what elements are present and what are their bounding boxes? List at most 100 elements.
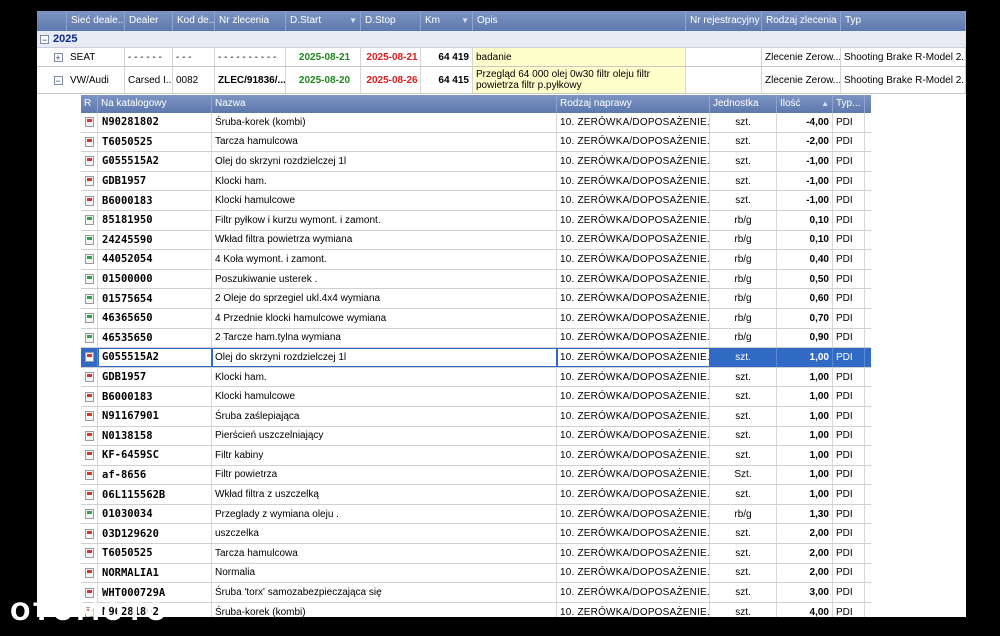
part-row[interactable]: 01030034 Przeglady z wymiana oleju . 10. Z… <box>81 504 871 525</box>
cell-ilosc: 1,00 <box>777 426 833 446</box>
cell-jednostka: szt. <box>710 348 777 367</box>
labor-document-icon <box>84 234 94 245</box>
cell-jednostka: szt. <box>710 563 777 583</box>
part-row[interactable]: 46365650 4 Przednie klocki hamulcowe wymi… <box>81 308 871 329</box>
part-row[interactable]: N91167901 Śruba zaślepiająca 10. ZERÓWKA/D… <box>81 406 871 427</box>
col-ilosc[interactable]: Ilość ▲ <box>777 95 833 113</box>
cell-dealer: - - - - - - <box>125 48 173 66</box>
cell-rodzaj-naprawy: 10. ZERÓWKA/DOPOSAŻENIE... <box>557 328 710 348</box>
col-nr-zlecenia[interactable]: Nr zlecenia <box>215 11 286 31</box>
cell-ilosc: 0,90 <box>777 328 833 348</box>
cell-typ: PDI <box>833 544 865 563</box>
cell-typ: PDI <box>833 406 865 426</box>
part-row[interactable]: B6000183 Klocki hamulcowe 10. ZERÓWKA/DOPO… <box>81 387 871 407</box>
cell-nazwa: Wkład filtra z uszczelką <box>212 485 557 504</box>
part-row[interactable]: N90281802 Śruba-korek (kombi) 10. ZERÓWKA/… <box>81 113 871 133</box>
cell-ilosc: -1,00 <box>777 171 833 191</box>
row-type-cell <box>81 544 98 563</box>
cell-typ: PDI <box>833 387 865 406</box>
cell-ilosc: 1,30 <box>777 504 833 524</box>
cell-kod: 0082 <box>173 67 215 93</box>
col-katalogowy[interactable]: Na katalogowy <box>98 95 212 113</box>
part-row[interactable]: GDB1957 Klocki ham. 10. ZERÓWKA/DOPOSAŻENI… <box>81 171 871 192</box>
part-document-icon <box>84 528 94 539</box>
part-row[interactable]: G055515A2 Olej do skrzyni rozdzielczej 1l… <box>81 152 871 172</box>
cell-rodzaj-naprawy: 10. ZERÓWKA/DOPOSAŻENIE... <box>557 583 710 602</box>
group-label: 2025 <box>53 33 78 45</box>
cell-nr-katalogowy: NORMALIA1 <box>98 563 212 583</box>
part-row[interactable]: 24245590 Wkład filtra powietrza wymiana 10… <box>81 230 871 251</box>
col-km[interactable]: Km ▼ <box>421 11 473 31</box>
cell-jednostka: szt. <box>710 426 777 446</box>
cell-nazwa: Przeglady z wymiana oleju . <box>212 504 557 524</box>
part-row[interactable]: T6050525 Tarcza hamulcowa 10. ZERÓWKA/DOPO… <box>81 544 871 564</box>
collapse-icon[interactable]: − <box>53 75 63 85</box>
cell-siec: SEAT <box>67 48 125 66</box>
expand-cell[interactable]: − <box>37 67 67 93</box>
cell-typ: PDI <box>833 328 865 348</box>
part-document-icon <box>84 352 94 363</box>
col-r[interactable]: R <box>81 95 98 113</box>
cell-typ: PDI <box>833 583 865 602</box>
collapse-icon[interactable]: − <box>40 34 49 44</box>
col-typ[interactable]: Typ... <box>833 95 865 113</box>
col-kod[interactable]: Kod de... <box>173 11 215 31</box>
cell-ilosc: 1,00 <box>777 446 833 465</box>
col-opis[interactable]: Opis <box>473 11 686 31</box>
part-row[interactable]: 85181950 Filtr pyłkow i kurzu wymont. i z… <box>81 210 871 231</box>
part-row[interactable]: 01500000 Poszukiwanie usterek . 10. ZERÓWK… <box>81 269 871 290</box>
row-type-cell <box>81 210 98 230</box>
part-row[interactable]: WHT000729A Śruba 'torx' samozabezpieczają… <box>81 583 871 603</box>
part-row[interactable]: 01575654 2 Oleje do sprzegiel ukl.4x4 wym… <box>81 289 871 309</box>
part-row[interactable]: af-8656 Filtr powietrza 10. ZERÓWKA/DOPOSA… <box>81 465 871 486</box>
part-document-icon <box>84 548 94 559</box>
parts-grid-header: R Na katalogowy Nazwa Rodzaj naprawy Jed… <box>81 95 871 113</box>
part-row[interactable]: GDB1957 Klocki ham. 10. ZERÓWKA/DOPOSAŻENI… <box>81 367 871 388</box>
row-type-cell <box>81 426 98 446</box>
col-jednostka[interactable]: Jednostka <box>710 95 777 113</box>
col-dealer[interactable]: Dealer <box>125 11 173 31</box>
labor-document-icon <box>84 332 94 343</box>
col-nr-rej[interactable]: Nr rejestracyjny <box>686 11 762 31</box>
part-row[interactable]: B6000183 Klocki hamulcowe 10. ZERÓWKA/DOPO… <box>81 191 871 211</box>
labor-document-icon <box>84 313 94 324</box>
cell-jednostka: rb/g <box>710 328 777 348</box>
part-row[interactable]: KF-6459SC Filtr kabiny 10. ZERÓWKA/DOPOSAŻ… <box>81 446 871 466</box>
col-rodzaj[interactable]: Rodzaj zlecenia <box>762 11 841 31</box>
col-siec[interactable]: Sieć deale... <box>67 11 125 31</box>
cell-dealer: Carsed I... <box>125 67 173 93</box>
col-dstart[interactable]: D.Start ▼ <box>286 11 361 31</box>
part-row[interactable]: T6050525 Tarcza hamulcowa 10. ZERÓWKA/DOPO… <box>81 132 871 153</box>
part-row[interactable]: 46535650 2 Tarcze ham.tylna wymiana 10. ZE… <box>81 328 871 349</box>
cell-ilosc: 1,00 <box>777 367 833 387</box>
cell-dstart: 2025-08-21 <box>286 48 361 66</box>
part-row-selected[interactable]: G055515A2 Olej do skrzyni rozdzielczej 1l… <box>81 348 871 368</box>
part-document-icon <box>84 117 94 128</box>
part-row[interactable]: NORMALIA1 Normalia 10. ZERÓWKA/DOPOSAŻENIE… <box>81 563 871 584</box>
cell-nr-katalogowy: KF-6459SC <box>98 446 212 465</box>
col-spacer <box>37 11 67 31</box>
cell-nazwa: uszczelka <box>212 524 557 544</box>
col-typ[interactable]: Typ <box>841 11 966 31</box>
expand-icon[interactable]: + <box>53 52 63 62</box>
expand-cell[interactable]: + <box>37 48 67 66</box>
cell-nr-katalogowy: N90281802 <box>98 113 212 132</box>
row-type-cell <box>81 289 98 308</box>
col-rodzaj-naprawy[interactable]: Rodzaj naprawy <box>557 95 710 113</box>
sort-up-icon: ▲ <box>821 99 829 108</box>
cell-ilosc: 0,70 <box>777 308 833 328</box>
part-row[interactable]: N90281802 Śruba-korek (kombi) 10. ZERÓWKA/… <box>81 602 871 617</box>
col-dstop[interactable]: D.Stop <box>361 11 421 31</box>
order-row[interactable]: − VW/Audi Carsed I... 0082 ZLEC/91836/..… <box>37 67 966 94</box>
part-row[interactable]: 06L115562B Wkład filtra z uszczelką 10. ZE… <box>81 485 871 505</box>
part-row[interactable]: N0138158 Pierścień uszczelniający 10. ZERÓ… <box>81 426 871 447</box>
part-row[interactable]: 44052054 4 Koła wymont. i zamont. 10. ZERÓ… <box>81 250 871 270</box>
cell-nazwa: Normalia <box>212 563 557 583</box>
col-nazwa[interactable]: Nazwa <box>212 95 557 113</box>
part-row[interactable]: 03D129620 uszczelka 10. ZERÓWKA/DOPOSAŻENI… <box>81 524 871 545</box>
cell-jednostka: rb/g <box>710 308 777 328</box>
cell-nazwa: Klocki hamulcowe <box>212 191 557 210</box>
order-row[interactable]: + SEAT - - - - - - - - - - - - - - - - -… <box>37 48 966 67</box>
cell-nazwa: Filtr kabiny <box>212 446 557 465</box>
group-row-2025[interactable]: − 2025 <box>37 31 966 48</box>
